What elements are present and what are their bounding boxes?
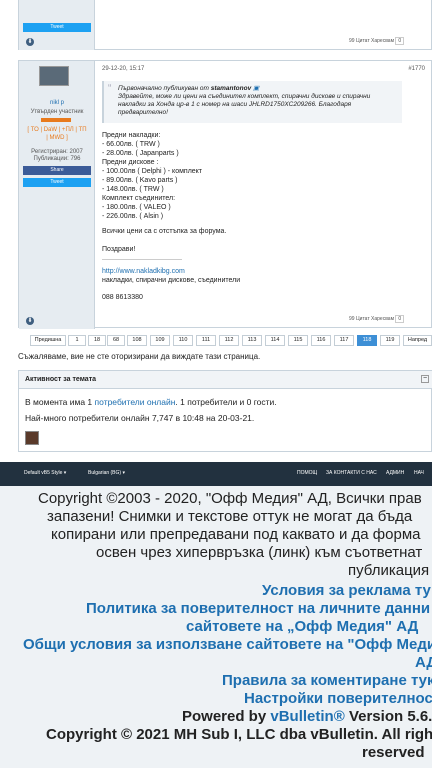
vb-copyright-line-2: reserved xyxy=(362,744,425,761)
terms-of-use-link[interactable]: Общи условия за използване сайтовете на … xyxy=(23,636,432,654)
permission-notice: Съжаляваме, вие не сте оторизирани да ви… xyxy=(18,352,261,361)
tweet-button[interactable]: Tweet xyxy=(23,178,91,187)
page-111[interactable]: 111 xyxy=(196,335,216,346)
previous-post-actions: 99 Цитат Харесвам 0 xyxy=(349,37,405,45)
footer-bar: Default vB5 Style ▾ Bulgarian (BG) ▾ ПОМ… xyxy=(0,462,432,486)
signature-phone: 088 8613380 xyxy=(102,294,143,301)
post-number[interactable]: #1770 xyxy=(408,66,425,72)
copyright-line-5: публикация xyxy=(348,562,430,579)
pin-icon[interactable]: ⬇ xyxy=(26,38,34,46)
max-online-line: Най-много потребители онлайн 7,747 в 10:… xyxy=(25,413,255,423)
footer-home-link[interactable]: НАЧ xyxy=(414,470,424,476)
online-line: В момента има 1 потребители онлайн. 1 по… xyxy=(25,397,277,407)
quote-link[interactable]: Цитат xyxy=(356,38,370,44)
signature-divider xyxy=(102,259,182,260)
online-user-avatar[interactable] xyxy=(25,431,39,445)
page-113[interactable]: 113 xyxy=(242,335,262,346)
footer-admin-link[interactable]: АДМИН xyxy=(386,470,404,476)
footer-help-link[interactable]: ПОМОЩ xyxy=(297,470,317,476)
activity-box: Активност за темата − В момента има 1 по… xyxy=(18,370,432,452)
quote-count: 99 xyxy=(349,38,355,44)
post-1770: nikl p Утвърден участник [ ТО | DaW | +П… xyxy=(18,60,432,329)
signature-link[interactable]: http://www.nakladkibg.com xyxy=(102,267,185,276)
page-110[interactable]: 110 xyxy=(173,335,193,346)
signature-text: накладки, спирачни дискове, съединители xyxy=(102,277,241,284)
page-68[interactable]: 68 xyxy=(107,335,125,346)
post-date: 29-12-20, 15:17 xyxy=(102,66,145,72)
legal-section: Copyright ©2003 - 2020, "Офф Медия" АД, … xyxy=(0,486,432,768)
ad-terms-link[interactable]: Условия за реклама ту xyxy=(262,582,431,600)
username[interactable]: nikl p xyxy=(19,100,95,106)
like-count: 0 xyxy=(395,315,405,323)
avatar[interactable] xyxy=(39,66,69,86)
content-area: Tweet ⬇ 99 Цитат Харесвам 0 nikl p Утвър… xyxy=(0,0,432,462)
terms-of-use-link-cont[interactable]: АД xyxy=(415,654,432,672)
quote-block: “ Първоначално публикуван от stamantonov… xyxy=(102,81,402,123)
join-date: Регистриран: 2007 xyxy=(31,149,83,155)
quote-text: Здравейте, може ли цени на съединител ко… xyxy=(118,93,371,116)
page-114[interactable]: 114 xyxy=(265,335,285,346)
like-count: 0 xyxy=(395,37,405,45)
activity-header: Активност за темата − xyxy=(19,371,432,389)
quote-header: Първоначално публикуван от xyxy=(118,85,209,92)
previous-user-pane: Tweet ⬇ xyxy=(19,0,95,50)
page-112[interactable]: 112 xyxy=(219,335,239,346)
tweet-button[interactable]: Tweet xyxy=(23,23,91,32)
view-post-icon[interactable]: ▣ xyxy=(253,85,259,92)
vb-copyright-line-1: Copyright © 2021 MH Sub I, LLC dba vBull… xyxy=(46,726,432,743)
privacy-policy-link[interactable]: Политика за поверителност на личните дан… xyxy=(86,600,430,618)
vbulletin-link[interactable]: vBulletin® xyxy=(270,708,344,725)
page-115[interactable]: 115 xyxy=(288,335,308,346)
like-link[interactable]: Харесвам xyxy=(371,38,394,44)
page-116[interactable]: 116 xyxy=(311,335,331,346)
copyright-line-2: запазени! Снимки и текстове оттук не мог… xyxy=(47,508,413,525)
post-actions: 99 Цитат Харесвам 0 xyxy=(349,315,405,323)
copyright-line-4: освен чрез хипервръзка (линк) към съотве… xyxy=(96,544,423,561)
post-note: Всички цени са с отстъпка за форума. xyxy=(102,228,227,235)
page-109[interactable]: 109 xyxy=(150,335,170,346)
privacy-policy-link-cont[interactable]: сайтовете на „Офф Медия" АД xyxy=(186,618,418,636)
user-rank: Утвърден участник xyxy=(30,109,84,115)
comment-rules-link[interactable]: Правила за коментиране тук xyxy=(222,672,432,690)
collapse-icon[interactable]: − xyxy=(421,375,429,383)
page-1[interactable]: 1 xyxy=(68,335,86,346)
footer-contact-link[interactable]: ЗА КОНТАКТИ С НАС xyxy=(326,470,377,476)
quote-author[interactable]: stamantonov xyxy=(211,85,251,92)
user-badge: [ ТО | DaW | +ПЛ | ТП | MWD ] xyxy=(27,127,87,141)
language-selector[interactable]: Bulgarian (BG) ▾ xyxy=(88,470,125,476)
quote-link[interactable]: Цитат xyxy=(356,316,370,322)
page-108[interactable]: 108 xyxy=(127,335,147,346)
user-pane: nikl p Утвърден участник [ ТО | DaW | +П… xyxy=(19,61,95,329)
page-18[interactable]: 18 xyxy=(88,335,106,346)
page-117[interactable]: 117 xyxy=(334,335,354,346)
pagination-next[interactable]: Напред xyxy=(403,335,432,346)
online-users-link[interactable]: потребители онлайн xyxy=(95,397,176,407)
privacy-settings-link[interactable]: Настройки поверителнос xyxy=(244,690,432,708)
pagination-prev[interactable]: Предишна xyxy=(30,335,66,346)
page-119[interactable]: 119 xyxy=(380,335,400,346)
copyright-line-1: Copyright ©2003 - 2020, "Офф Медия" АД, … xyxy=(38,490,422,507)
page-118[interactable]: 118 xyxy=(357,335,377,346)
post-count: Публикации: 796 xyxy=(33,156,81,162)
like-link[interactable]: Харесвам xyxy=(371,316,394,322)
copyright-line-3: копирани или препредавани под каквато и … xyxy=(51,526,421,543)
reputation-bar xyxy=(41,118,71,122)
post-body: Предни накладки: - 66.00лв. ( TRW ) - 28… xyxy=(102,132,203,220)
quote-icon: “ xyxy=(108,83,112,94)
pin-icon[interactable]: ⬇ xyxy=(26,317,34,325)
share-button[interactable]: Share xyxy=(23,166,91,175)
style-selector[interactable]: Default vB5 Style ▾ xyxy=(24,470,66,476)
previous-post: Tweet ⬇ 99 Цитат Харесвам 0 xyxy=(18,0,432,50)
quote-count: 99 xyxy=(349,316,355,322)
post-greeting: Поздрави! xyxy=(102,246,136,253)
activity-title: Активност за темата xyxy=(25,376,97,383)
powered-by: Powered by vBulletin® Version 5.6.3 xyxy=(182,708,432,725)
